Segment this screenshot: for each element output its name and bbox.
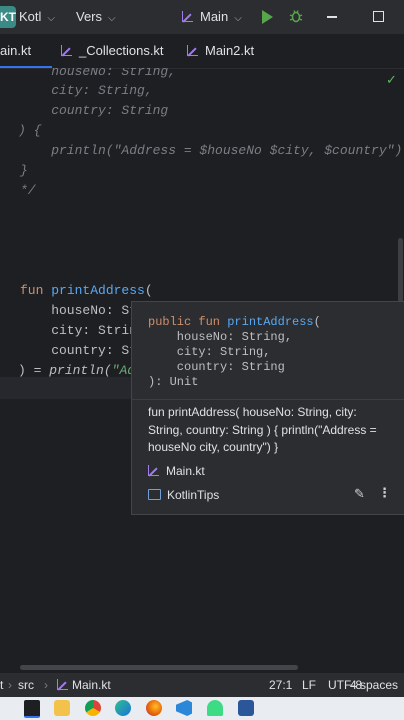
maximize-icon[interactable] — [373, 11, 384, 22]
doc-signature-line: public fun printAddress( — [148, 315, 321, 329]
intellij-idea-icon[interactable] — [24, 700, 40, 718]
doc-signature-line: city: String, — [148, 345, 271, 359]
run-config-selector[interactable]: Main ⌵ — [200, 9, 242, 24]
horizontal-scrollbar[interactable] — [20, 665, 298, 670]
function-name: printAddress — [51, 283, 145, 298]
code-line: ) { — [18, 123, 42, 138]
project-selector[interactable]: Kotl ⌵ — [19, 9, 55, 24]
edit-icon[interactable]: ✎ — [354, 486, 365, 502]
run-config-label: Main — [200, 9, 229, 24]
breadcrumb-separator-icon: › — [44, 678, 48, 692]
function-body-line: ) = println("Add — [18, 361, 143, 381]
breadcrumb-project[interactable]: t — [0, 678, 3, 692]
kotlin-file-icon — [182, 11, 193, 22]
kotlin-file-icon — [57, 679, 68, 690]
debug-icon[interactable] — [289, 9, 303, 23]
word-icon[interactable] — [238, 700, 254, 716]
doc-signature-line: country: String — [148, 360, 285, 374]
file-explorer-icon[interactable] — [54, 700, 70, 716]
android-studio-icon[interactable] — [207, 700, 223, 716]
chevron-down-icon: ⌵ — [47, 13, 55, 24]
indent-setting[interactable]: 4 spaces — [350, 678, 398, 692]
doc-module-label: KotlinTips — [167, 488, 220, 502]
vcs-selector[interactable]: Vers ⌵ — [76, 9, 116, 24]
line-separator[interactable]: LF — [302, 678, 316, 692]
code-line: city: Strin — [20, 323, 138, 338]
doc-signature-line: ): Unit — [148, 375, 199, 389]
module-folder-icon — [148, 489, 161, 500]
tab-label: Main2.kt — [205, 43, 255, 58]
breadcrumb-separator-icon: › — [8, 678, 12, 692]
vscode-icon[interactable] — [176, 700, 192, 716]
tab-main[interactable]: ain.kt — [0, 34, 52, 68]
println-call: println( — [49, 363, 112, 378]
chevron-down-icon: ⌵ — [108, 13, 116, 24]
title-bar: KT Kotl ⌵ Vers ⌵ Main ⌵ — [0, 0, 404, 34]
tab-label: _Collections.kt — [79, 43, 164, 58]
doc-file-label: Main.kt — [166, 464, 205, 478]
doc-description: fun printAddress( houseNo: String, city:… — [148, 405, 377, 454]
status-bar: t › src › Main.kt 27:1 LF UTF-8 4 spaces — [0, 673, 404, 697]
body-prefix: ) = — [18, 363, 50, 378]
documentation-popup: public fun printAddress( houseNo: String… — [131, 301, 404, 515]
function-declaration-line: fun printAddress( — [20, 281, 153, 301]
firefox-icon[interactable] — [146, 700, 162, 716]
code-line: */ — [20, 183, 36, 198]
divider — [132, 399, 404, 400]
code-line: println("Address = $houseNo $city, $coun… — [20, 143, 403, 158]
vcs-label: Vers — [76, 9, 103, 24]
open-paren: ( — [144, 283, 153, 298]
project-name: Kotl — [19, 9, 42, 24]
tab-main2[interactable]: Main2.kt — [187, 34, 254, 68]
editor-tab-bar: ain.kt _Collections.kt Main2.kt — [0, 34, 404, 69]
more-options-icon[interactable]: ⋮ — [378, 485, 391, 501]
edge-icon[interactable] — [115, 700, 131, 716]
project-badge[interactable]: KT — [0, 6, 16, 28]
run-icon[interactable] — [262, 10, 273, 24]
code-line: houseNo: St — [20, 303, 138, 318]
code-line: country: String — [20, 103, 169, 118]
minimize-icon[interactable] — [327, 16, 337, 18]
breadcrumb-src[interactable]: src — [18, 678, 34, 692]
check-icon[interactable]: ✓ — [386, 72, 397, 88]
breadcrumb-file[interactable]: Main.kt — [72, 678, 111, 692]
doc-module-link[interactable]: KotlinTips — [148, 488, 219, 502]
chevron-down-icon: ⌵ — [234, 13, 242, 24]
doc-signature: public fun printAddress( houseNo: String… — [148, 315, 321, 390]
tab-collections[interactable]: _Collections.kt — [61, 34, 164, 68]
caret-position[interactable]: 27:1 — [269, 678, 292, 692]
kotlin-file-icon — [187, 45, 198, 56]
chrome-icon[interactable] — [85, 700, 101, 716]
kotlin-file-icon — [148, 465, 159, 476]
code-line: city: String, — [20, 83, 153, 98]
os-taskbar — [0, 697, 404, 720]
doc-signature-line: houseNo: String, — [148, 330, 293, 344]
kotlin-file-icon — [61, 45, 72, 56]
code-line: houseNo: String, — [20, 68, 177, 79]
code-line: country: St — [20, 343, 138, 358]
tab-label: ain.kt — [0, 43, 32, 58]
doc-file-link[interactable]: Main.kt — [148, 464, 205, 478]
code-line: } — [20, 163, 28, 178]
fun-keyword: fun — [20, 283, 44, 298]
